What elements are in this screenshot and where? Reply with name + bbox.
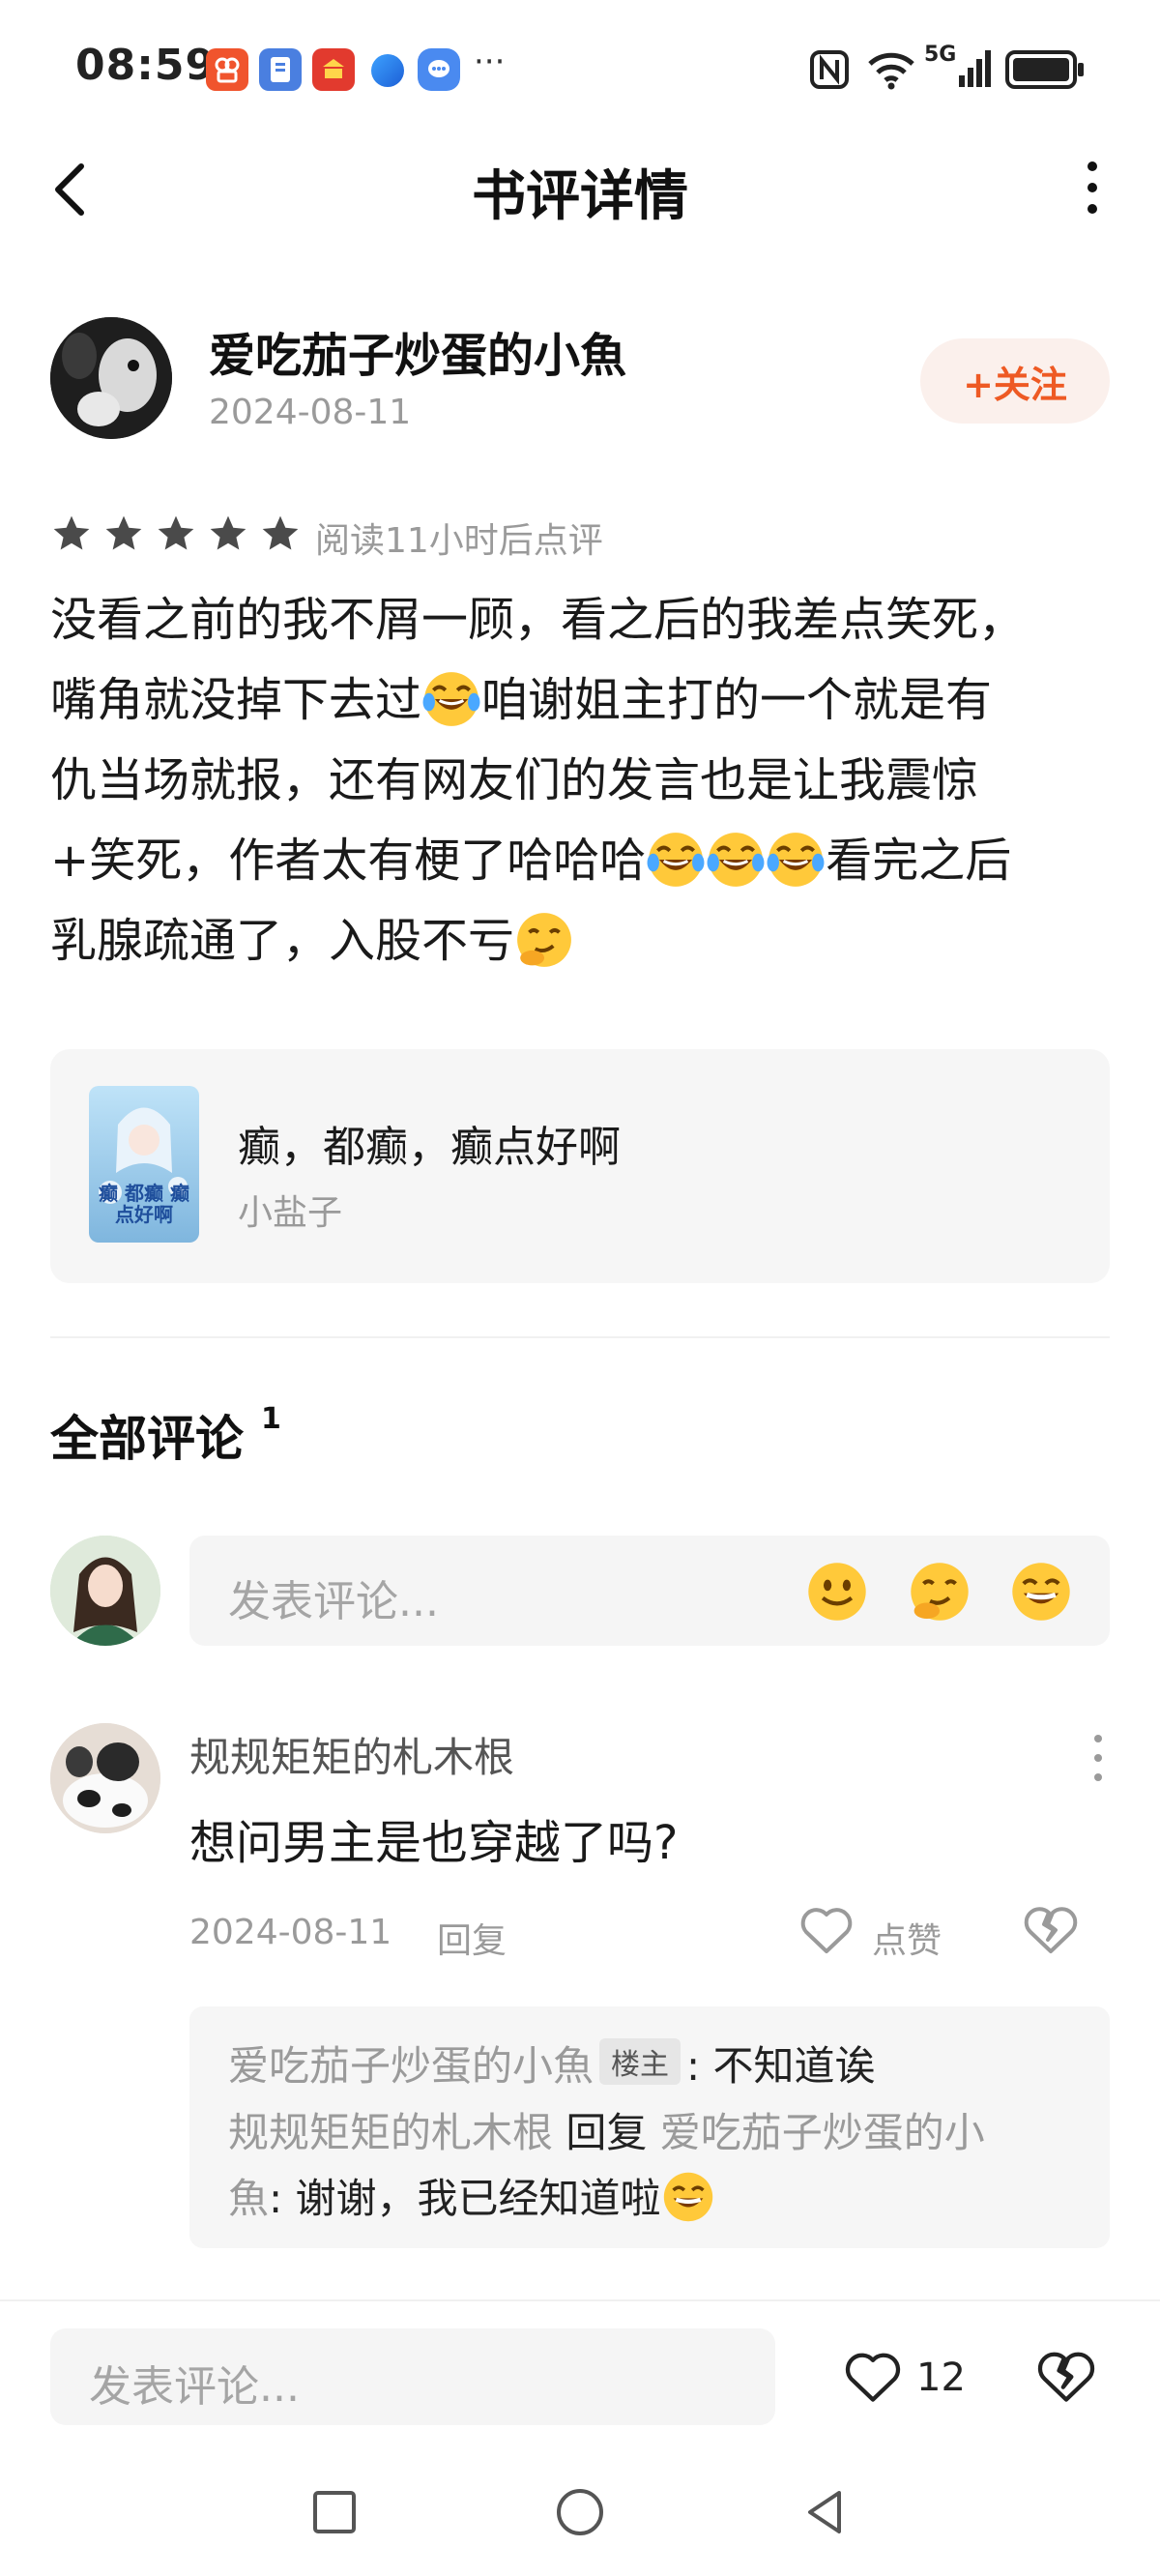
comments-count: 1 bbox=[261, 1402, 281, 1436]
reply-item[interactable]: 爱吃茄子炒蛋的小魚 楼主: 不知道诶 bbox=[228, 2034, 876, 2093]
reply-target[interactable]: 爱吃茄子炒蛋的小 bbox=[660, 2109, 985, 2156]
review-line: +笑死，作者太有梗了哈哈哈 看完之后 bbox=[50, 821, 1114, 901]
network-type: 5G bbox=[924, 43, 957, 67]
laugh-cry-emoji-icon bbox=[422, 672, 480, 726]
kuaishou-app-icon bbox=[206, 48, 248, 91]
recents-square-icon[interactable] bbox=[305, 2483, 363, 2541]
star-icon bbox=[262, 515, 299, 550]
bank-app-icon bbox=[312, 48, 355, 91]
broken-heart-icon[interactable] bbox=[1036, 2348, 1096, 2406]
broken-heart-icon[interactable] bbox=[1023, 1903, 1079, 1957]
signal-icon bbox=[957, 46, 992, 89]
nfc-icon bbox=[808, 48, 851, 91]
review-line: 嘴角就没掉下去过 咱谢姐主打的一个就是有 bbox=[50, 660, 1114, 741]
more-vertical-icon bbox=[1088, 161, 1097, 214]
status-time: 08:59 bbox=[75, 41, 217, 90]
book-title[interactable]: 癫，都癫，癫点好啊 bbox=[238, 1112, 621, 1174]
smirk-emoji-icon bbox=[517, 913, 571, 967]
wifi-icon bbox=[866, 48, 916, 91]
comment-reply-button[interactable]: 回复 bbox=[437, 1913, 507, 1963]
current-user-avatar[interactable] bbox=[50, 1536, 160, 1646]
battery-icon bbox=[1005, 50, 1087, 89]
more-options-button[interactable] bbox=[1073, 155, 1112, 222]
star-icon bbox=[210, 515, 246, 550]
back-triangle-icon[interactable] bbox=[797, 2483, 855, 2541]
status-more-indicator: ··· bbox=[474, 43, 506, 81]
star-icon bbox=[105, 515, 142, 550]
reply-item[interactable]: 规规矩矩的札木根 回复 爱吃茄子炒蛋的小 bbox=[228, 2100, 985, 2159]
comment-date: 2024-08-11 bbox=[189, 1913, 392, 1952]
comment-more-icon[interactable] bbox=[1087, 1729, 1110, 1787]
page-title: 书评详情 bbox=[472, 165, 688, 228]
commenter-avatar[interactable] bbox=[50, 1723, 160, 1833]
heart-icon[interactable] bbox=[843, 2350, 903, 2404]
follow-button[interactable]: +关注 bbox=[920, 338, 1110, 424]
commenter-name[interactable]: 规规矩矩的札木根 bbox=[189, 1725, 514, 1784]
reply-verb: 回复 bbox=[566, 2109, 648, 2156]
review-text: 没看之前的我不屑一顾，看之后的我差点笑死， 嘴角就没掉下去过 咱谢姐主打的一个就是… bbox=[50, 580, 1114, 981]
review-line: 乳腺疏通了，入股不亏 bbox=[50, 901, 1114, 981]
reply-item-continued: 魚: 谢谢，我已经知道啦 bbox=[228, 2166, 715, 2225]
browser-app-icon bbox=[371, 54, 404, 87]
comment-text: 想问男主是也穿越了吗? bbox=[189, 1816, 679, 1870]
author-avatar[interactable] bbox=[50, 317, 172, 439]
bottom-comment-placeholder: 发表评论... bbox=[89, 2362, 300, 2412]
bottom-bar-separator bbox=[0, 2299, 1160, 2301]
reply-text: : 不知道诶 bbox=[686, 2042, 876, 2090]
reply-text: : 谢谢，我已经知道啦 bbox=[269, 2175, 661, 2222]
laugh-cry-emoji-icon bbox=[647, 833, 705, 887]
book-cover-title: 癫 都癫 癫点好啊 bbox=[99, 1182, 189, 1226]
book-cover[interactable]: 癫 都癫 癫点好啊 bbox=[89, 1086, 199, 1243]
comments-title: 全部评论 bbox=[50, 1411, 244, 1467]
rating-stars bbox=[50, 512, 302, 555]
like-count: 12 bbox=[916, 2356, 966, 2400]
laugh-cry-emoji-icon bbox=[707, 833, 765, 887]
rating-note: 阅读11小时后点评 bbox=[315, 521, 603, 561]
comment-input-placeholder: 发表评论... bbox=[228, 1577, 439, 1626]
review-line: 没看之前的我不屑一顾，看之后的我差点笑死， bbox=[50, 593, 1026, 647]
star-icon bbox=[53, 515, 90, 550]
section-divider bbox=[50, 1336, 1110, 1338]
owner-tag: 楼主 bbox=[599, 2038, 682, 2085]
reply-author[interactable]: 爱吃茄子炒蛋的小魚 bbox=[228, 2042, 594, 2090]
grin-emoji-button-icon[interactable] bbox=[1009, 1560, 1073, 1624]
heart-icon[interactable] bbox=[798, 1905, 855, 1955]
grin-emoji-icon bbox=[663, 2172, 712, 2222]
author-name[interactable]: 爱吃茄子炒蛋的小魚 bbox=[209, 317, 626, 385]
smirk-emoji-button-icon[interactable] bbox=[908, 1560, 972, 1624]
book-author: 小盐子 bbox=[238, 1193, 343, 1233]
home-circle-icon[interactable] bbox=[551, 2483, 609, 2541]
smile-emoji-button-icon[interactable] bbox=[805, 1560, 869, 1624]
laugh-cry-emoji-icon bbox=[767, 833, 825, 887]
review-date: 2024-08-11 bbox=[209, 393, 412, 432]
star-icon bbox=[158, 515, 194, 550]
messages-app-icon bbox=[418, 48, 460, 91]
reply-target[interactable]: 魚 bbox=[228, 2175, 269, 2222]
notes-app-icon bbox=[259, 48, 302, 91]
reply-author[interactable]: 规规矩矩的札木根 bbox=[228, 2109, 553, 2156]
comment-like-button[interactable]: 点赞 bbox=[872, 1913, 942, 1963]
review-line: 仇当场就报，还有网友们的发言也是让我震惊 bbox=[50, 753, 979, 807]
